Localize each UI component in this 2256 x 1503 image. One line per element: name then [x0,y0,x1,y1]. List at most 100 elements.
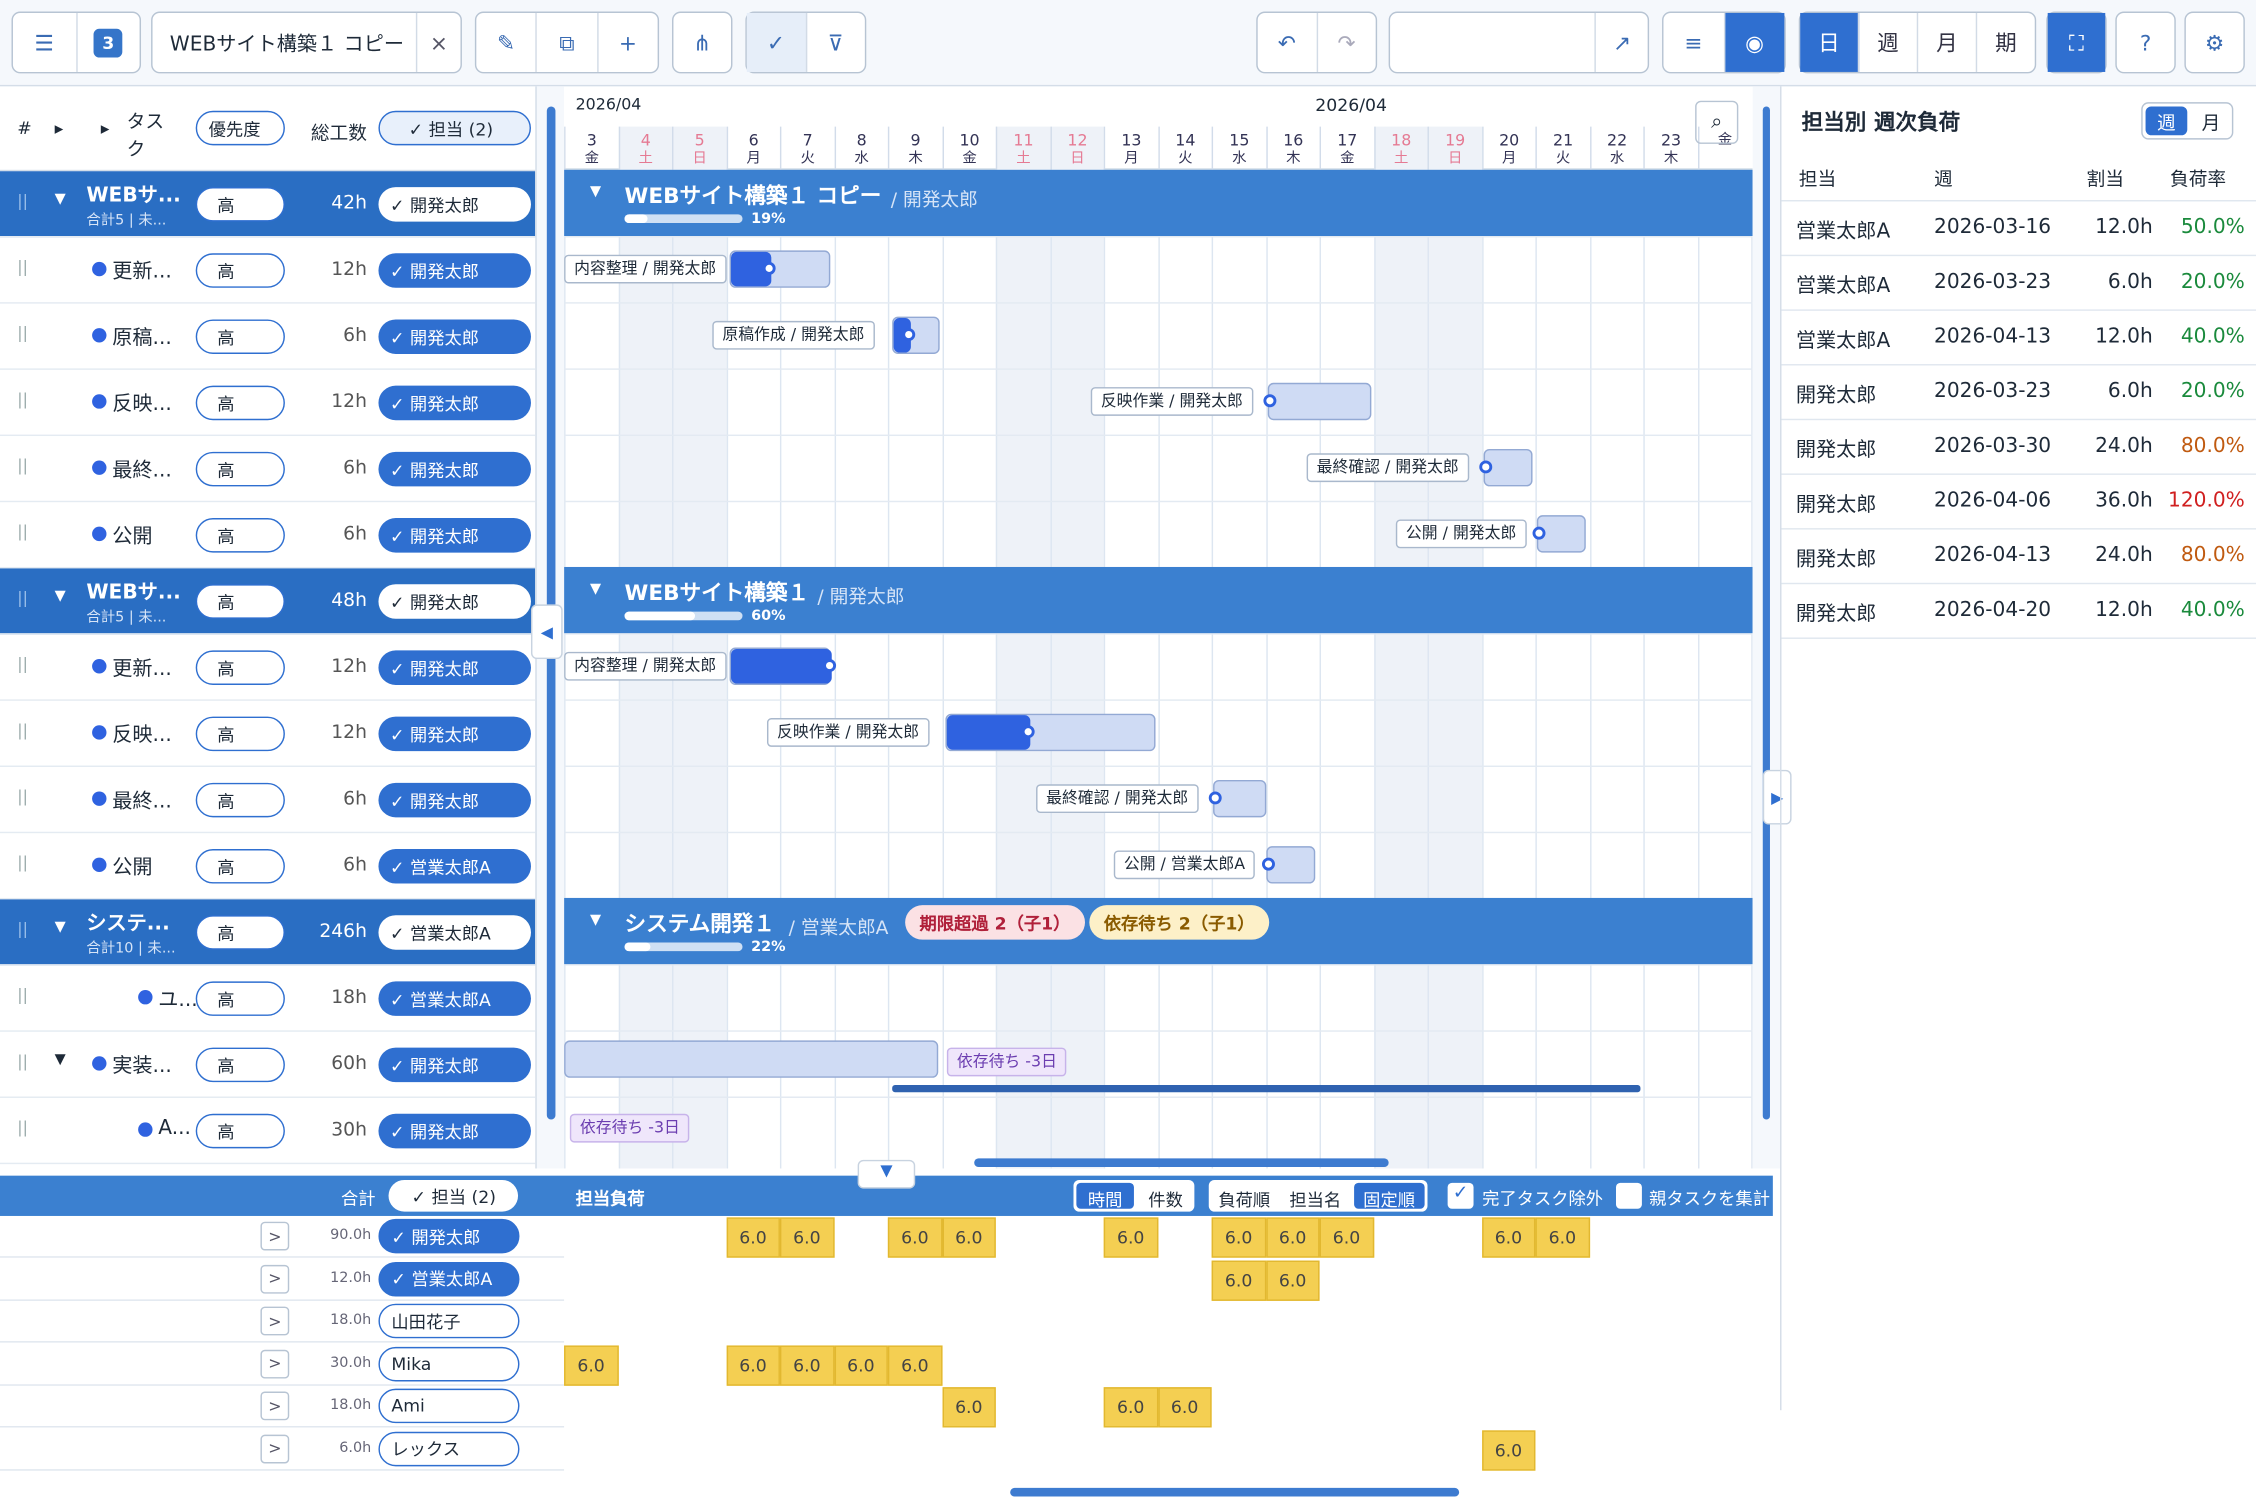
assignee-filter[interactable]: ✓ 担当 (2) [378,110,531,146]
priority-badge[interactable]: 高 [195,385,285,421]
edit-icon[interactable]: ✎ [476,12,538,72]
priority-badge[interactable]: 高 [195,981,285,1016]
resource-name[interactable]: レックス [378,1431,520,1466]
task-name[interactable]: 原稿... [112,322,172,351]
priority-badge[interactable]: 高 [195,584,285,619]
expand-icon[interactable]: > [260,1264,290,1293]
assignee-badge[interactable]: ✓ 営業太郎A [378,915,531,950]
group-row[interactable]: || ▼ WEBサ... 合計5 | 未... 高 42h ✓ 開発太郎 [0,171,536,238]
trend-icon[interactable]: ↗ [1596,13,1647,72]
help-icon[interactable]: ? [2117,13,2175,72]
gantt-v-scrollbar[interactable] [1762,106,1770,1120]
collapse-icon[interactable]: ▼ [590,184,601,200]
seg-load[interactable]: 負荷順 [1209,1180,1280,1212]
task-row[interactable]: || 反映... 高 12h ✓ 開発太郎 [0,701,536,767]
task-row[interactable]: || 最終... 高 6h ✓ 開発太郎 [0,767,536,834]
tab-month[interactable]: 月 [2190,104,2232,139]
drag-handle-icon[interactable]: || [17,986,28,1005]
priority-sort[interactable]: 優先度 [195,110,285,146]
seg-name[interactable]: 担当名 [1280,1180,1351,1212]
h-scrollbar[interactable] [974,1158,1389,1168]
task-bar[interactable] [564,1040,939,1078]
eye-icon[interactable]: ◉ [1724,12,1785,72]
task-row[interactable]: || ▼ 実装... 高 60h ✓ 開発太郎 [0,1032,536,1098]
task-label[interactable]: 反映作業 / 開発太郎 [766,718,930,747]
drag-handle-icon[interactable]: || [17,456,28,475]
task-name[interactable]: ユ... [158,984,197,1013]
task-row[interactable]: || 反映... 高 12h ✓ 開発太郎 [0,370,536,437]
priority-badge[interactable]: 高 [195,1047,285,1083]
close-icon[interactable]: × [417,13,460,72]
expand-icon[interactable]: ▸ [55,118,64,138]
assignee-badge[interactable]: ✓ 開発太郎 [378,518,531,553]
priority-badge[interactable]: 高 [195,782,285,818]
task-label[interactable]: 公開 / 営業太郎A [1113,850,1256,880]
task-row[interactable]: || ユ... 高 18h ✓ 営業太郎A [0,966,536,1032]
expand-icon[interactable]: > [260,1221,290,1251]
priority-badge[interactable]: 高 [195,1113,285,1149]
priority-badge[interactable]: 高 [195,451,285,487]
progress-handle[interactable] [1479,460,1493,474]
task-bar[interactable] [892,316,940,354]
task-name[interactable]: 公開 [112,852,152,881]
drag-handle-icon[interactable]: || [17,655,28,674]
check-icon[interactable]: ✓ [746,12,807,72]
task-label[interactable]: 最終確認 / 開発太郎 [1306,453,1469,483]
task-name[interactable]: A... [158,1117,191,1140]
group-row[interactable]: || ▼ WEBサ... 合計5 | 未... 高 48h ✓ 開発太郎 [0,568,536,635]
assignee-filter-bottom[interactable]: ✓ 担当 (2) [388,1179,519,1212]
assignee-badge[interactable]: ✓ 営業太郎A [378,981,531,1016]
splitter[interactable]: ◀ [530,86,565,1169]
add-icon[interactable]: + [598,13,657,72]
expand-icon[interactable]: ▼ [55,589,66,605]
assignee-badge[interactable]: ✓ 開発太郎 [378,253,531,288]
task-name[interactable]: 公開 [112,521,152,550]
priority-badge[interactable]: 高 [195,716,285,752]
group-band[interactable]: ▼ WEBサイト構築１ / 開発太郎 60% [564,566,1753,634]
task-row[interactable]: || 更新... 高 12h ✓ 開発太郎 [0,237,536,304]
drag-handle-icon[interactable]: || [17,324,28,343]
drag-handle-icon[interactable]: || [17,522,28,541]
task-label[interactable]: 原稿作成 / 開発太郎 [712,320,875,350]
share-icon[interactable]: ⋔ [673,13,731,72]
resource-name[interactable]: Mika [378,1346,520,1381]
resource-name[interactable]: 山田花子 [378,1303,520,1339]
task-label[interactable]: 反映作業 / 開発太郎 [1090,387,1253,416]
drag-handle-icon[interactable]: || [17,1118,28,1137]
task-name[interactable]: 最終... [112,786,172,815]
search-input[interactable] [1390,12,1597,72]
task-bar[interactable] [1532,515,1586,553]
task-row[interactable]: || 原稿... 高 6h ✓ 開発太郎 [0,304,536,370]
group-row[interactable]: || ▼ システ... 合計10 | 未... 高 246h ✓ 営業太郎A [0,899,536,966]
task-bar[interactable] [1208,779,1267,818]
progress-handle[interactable] [762,261,776,275]
progress-handle[interactable] [1262,857,1275,871]
bottom-h-scrollbar[interactable] [1010,1487,1460,1497]
priority-badge[interactable]: 高 [195,849,285,884]
seg-fixed[interactable]: 固定順 [1353,1182,1425,1210]
task-label[interactable]: 最終確認 / 開発太郎 [1036,784,1199,814]
check1-box[interactable]: ✓ [1447,1182,1474,1209]
tab-week[interactable]: 週 [2145,106,2188,136]
task-bar[interactable] [1262,846,1316,884]
fullscreen-icon[interactable]: ⛶ [2047,12,2106,72]
task-label[interactable]: 内容整理 / 開発太郎 [564,254,727,284]
view-week[interactable]: 週 [1859,12,1919,72]
drag-handle-icon[interactable]: || [17,589,28,608]
check2-box[interactable] [1615,1182,1642,1209]
drag-handle-icon[interactable]: || [17,721,28,740]
drag-handle-icon[interactable]: || [17,258,28,277]
collapse-left-icon[interactable]: ◀ [530,604,563,660]
expand-icon[interactable]: ▸ [101,118,110,138]
priority-badge[interactable]: 高 [195,253,285,288]
view-period[interactable]: 期 [1977,13,2035,72]
assignee-badge[interactable]: ✓ 開発太郎 [378,782,531,818]
assignee-badge[interactable]: ✓ 開発太郎 [378,385,531,421]
task-row[interactable]: || 公開 高 6h ✓ 開発太郎 [0,502,536,569]
task-label[interactable]: 内容整理 / 開発太郎 [564,651,727,681]
progress-handle[interactable] [1532,526,1546,540]
copy-icon[interactable]: ⧉ [537,12,599,72]
expand-icon[interactable]: > [260,1391,290,1421]
gear-icon[interactable]: ⚙ [2186,13,2244,72]
task-bar[interactable] [729,647,837,685]
